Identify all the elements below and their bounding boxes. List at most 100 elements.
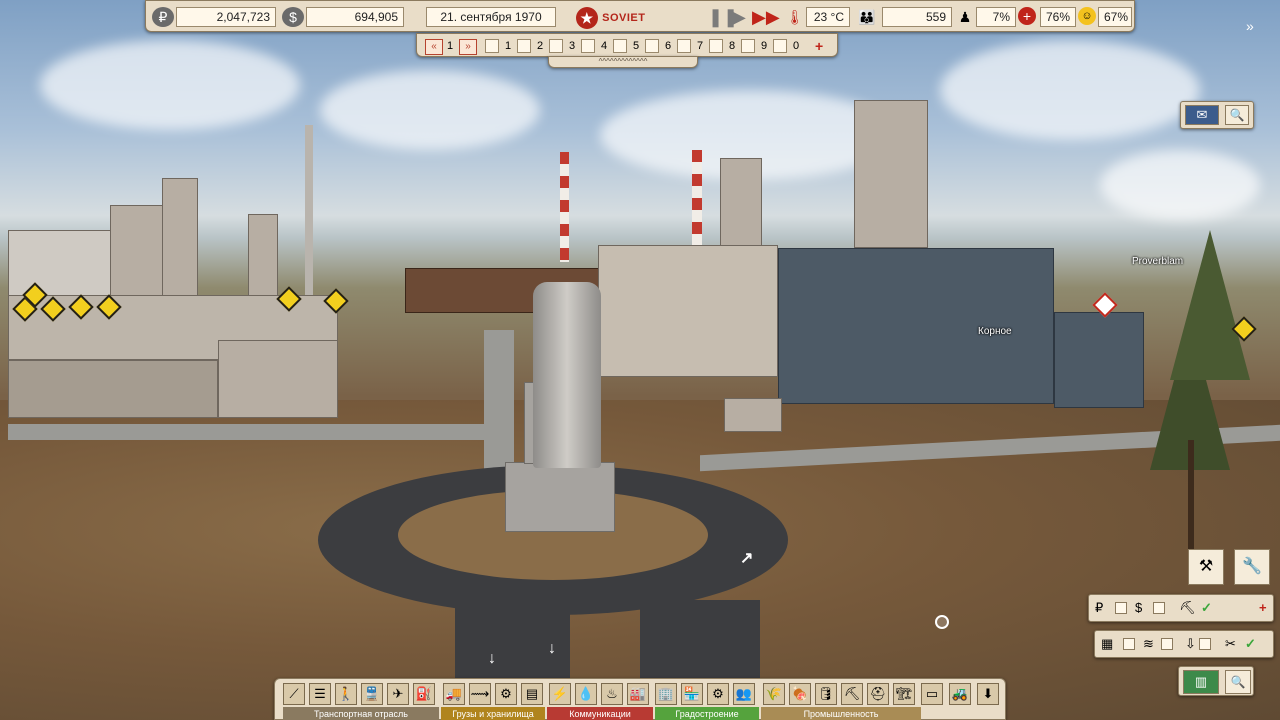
tool-button[interactable]: ⚒	[1188, 549, 1224, 585]
factory-tower[interactable]	[720, 158, 762, 253]
storage-button[interactable]: ▤	[521, 683, 543, 705]
factory-tower[interactable]	[248, 214, 278, 300]
factory-annex-blue[interactable]	[1054, 312, 1144, 408]
services-button[interactable]: ⚙	[707, 683, 729, 705]
water-button[interactable]: 💧	[575, 683, 597, 705]
road-build-button[interactable]: ⟋	[283, 683, 305, 705]
heating-button[interactable]: ♨	[601, 683, 623, 705]
rubles-balance[interactable]: 2,047,723	[176, 7, 276, 27]
health[interactable]: 76%	[1040, 7, 1076, 27]
conveyor-button[interactable]: ⟿	[469, 683, 491, 705]
checkmark-icon[interactable]: ✓	[1201, 599, 1212, 617]
collapse-panel-icon[interactable]: »	[1246, 18, 1254, 34]
crane-button[interactable]: ⚙	[495, 683, 517, 705]
pedestrian-button[interactable]: 🚶	[335, 683, 357, 705]
train-button[interactable]: 🚆	[361, 683, 383, 705]
truck-button[interactable]: 🚚	[443, 683, 465, 705]
water-icon: 💧	[577, 686, 595, 701]
industry-button[interactable]: 🏗	[893, 683, 915, 705]
tool-button[interactable]: 🔧	[1234, 549, 1270, 585]
mining-button[interactable]: ⛏	[841, 683, 863, 705]
factory-tower[interactable]	[110, 205, 170, 300]
food-button[interactable]: 🍖	[789, 683, 811, 705]
play-button[interactable]: ▶	[732, 5, 746, 29]
storage-icon: ▤	[525, 686, 539, 701]
oil-button[interactable]: ⛽	[413, 683, 435, 705]
filter-toggle[interactable]	[1161, 638, 1173, 650]
truck-icon: 🚚	[445, 686, 463, 701]
town-label[interactable]: Корное	[978, 326, 1012, 337]
ruble-icon: ₽	[1095, 600, 1104, 615]
download-icon: ⬇	[982, 686, 994, 701]
lenin-statue[interactable]	[533, 282, 601, 468]
factory-annex[interactable]	[8, 360, 218, 418]
filter-toggle[interactable]	[1115, 602, 1127, 614]
quick-slot-8[interactable]: 8	[709, 38, 735, 54]
quick-slot-4[interactable]: 4	[581, 38, 607, 54]
category-transport[interactable]: Транспортная отрасль	[283, 707, 439, 720]
category-communications[interactable]: Коммуникации	[547, 707, 653, 720]
expand-handle[interactable]: ^^^^^^^^^^^^^	[548, 56, 698, 68]
filter-toggle[interactable]	[1123, 638, 1135, 650]
fast-forward-button[interactable]: ▶▶	[752, 5, 780, 29]
temperature[interactable]: 23 °C	[806, 7, 850, 27]
factory-hall-blue[interactable]	[778, 248, 1054, 404]
happiness[interactable]: 67%	[1098, 7, 1132, 27]
small-building[interactable]	[724, 398, 782, 432]
next-button[interactable]: »	[459, 38, 477, 55]
terrain-button[interactable]: ▭	[921, 683, 943, 705]
unemployment[interactable]: 7%	[976, 7, 1016, 27]
military-button[interactable]: ⛑	[867, 683, 889, 705]
rail-build-button[interactable]: ☰	[309, 683, 331, 705]
people-icon: 👥	[735, 686, 753, 701]
plus-icon[interactable]: +	[1259, 599, 1267, 617]
download-button[interactable]: ⬇	[977, 683, 999, 705]
factory-tower[interactable]	[854, 100, 928, 248]
chemicals-button[interactable]: 🛢	[815, 683, 837, 705]
road	[8, 424, 508, 440]
shop-button[interactable]: 🏪	[681, 683, 703, 705]
factory-building[interactable]	[598, 245, 778, 377]
mail-button[interactable]: ✉	[1185, 105, 1219, 125]
airplane-button[interactable]: ✈	[387, 683, 409, 705]
power-line-button[interactable]: ⚡	[549, 683, 571, 705]
vehicle-button[interactable]: 🚜	[949, 683, 971, 705]
vehicle-icon: 🚜	[951, 686, 969, 701]
quick-slot-9[interactable]: 9	[741, 38, 767, 54]
quick-slot-2[interactable]: 2	[517, 38, 543, 54]
filter-toggle[interactable]	[1199, 638, 1211, 650]
map-button[interactable]: ▥	[1183, 670, 1219, 694]
category-industry[interactable]: Промышленность	[761, 707, 921, 720]
quick-slot-1[interactable]: 1	[485, 38, 511, 54]
quick-slot-6[interactable]: 6	[645, 38, 671, 54]
farm-button[interactable]: 🌾	[763, 683, 785, 705]
people-button[interactable]: 👥	[733, 683, 755, 705]
heating-icon: ♨	[606, 686, 618, 701]
game-date[interactable]: 21. сентября 1970	[426, 7, 556, 27]
factory-building[interactable]	[218, 340, 338, 418]
prev-button[interactable]: «	[425, 38, 443, 55]
monument-pedestal[interactable]	[505, 462, 615, 532]
housing-button[interactable]: 🏢	[655, 683, 677, 705]
category-city[interactable]: Градостроение	[655, 707, 759, 720]
quick-slot-7[interactable]: 7	[677, 38, 703, 54]
quick-slot-0[interactable]: 0	[773, 38, 799, 54]
search-button[interactable]: 🔍	[1225, 105, 1249, 125]
factory-tower[interactable]	[162, 178, 198, 300]
walker-icon: 🚶	[337, 686, 355, 701]
filter-toggle[interactable]	[1153, 602, 1165, 614]
category-cargo[interactable]: Грузы и хранилища	[441, 707, 545, 720]
population[interactable]: 559	[882, 7, 952, 27]
checkmark-icon[interactable]: ✓	[1245, 635, 1256, 653]
quick-slot-3[interactable]: 3	[549, 38, 575, 54]
dollars-balance[interactable]: 694,905	[306, 7, 404, 27]
lane-arrow: ↗	[740, 550, 754, 567]
add-slot-button[interactable]: +	[815, 38, 823, 54]
signal-icon: ≋	[1143, 636, 1154, 651]
search-button[interactable]: 🔍	[1225, 670, 1251, 694]
game-logo[interactable]: ★ SOVIET REPUBLIC	[576, 4, 691, 51]
town-label[interactable]: Proverblam	[1132, 256, 1183, 267]
factory-button[interactable]: 🏭	[627, 683, 649, 705]
chimney	[560, 152, 569, 262]
quick-slot-5[interactable]: 5	[613, 38, 639, 54]
